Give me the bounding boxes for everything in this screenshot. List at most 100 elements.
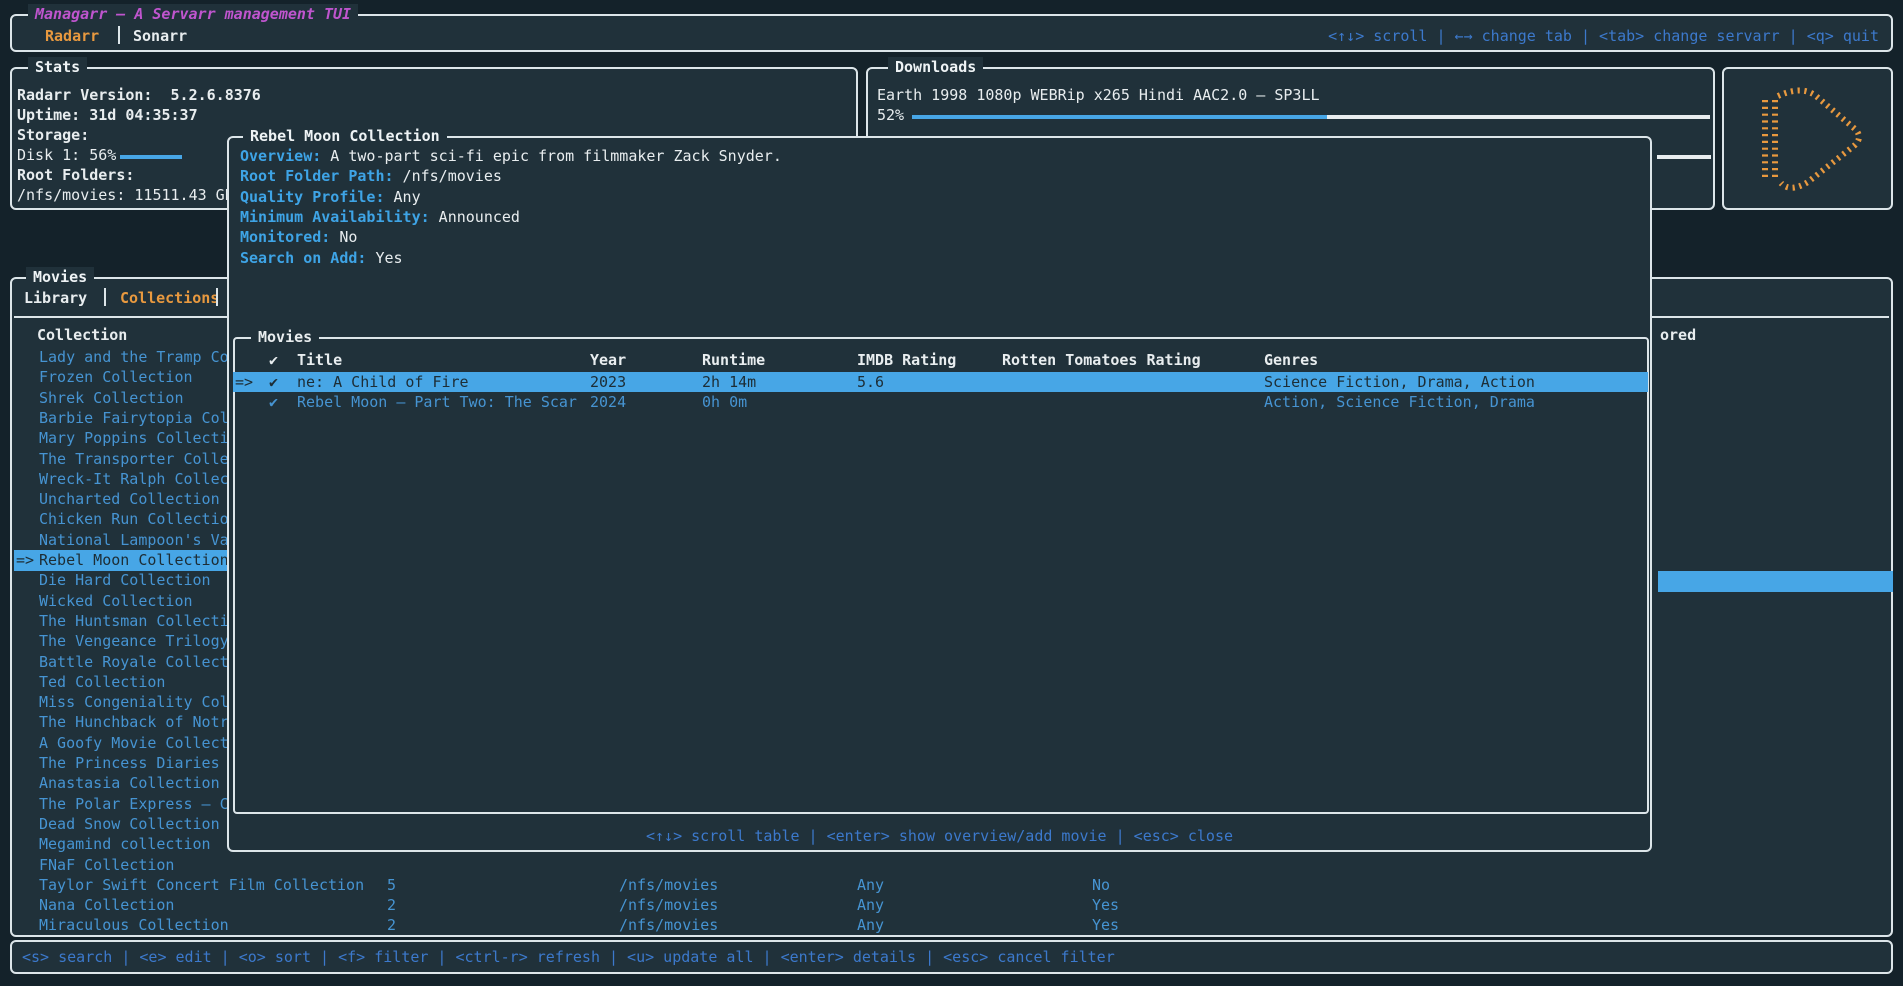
field-label: Root Folder Path: bbox=[240, 167, 394, 185]
collection-name: The Polar Express – C bbox=[39, 794, 229, 814]
root-folder-size: /nfs/movies: 11511.43 GB bbox=[17, 185, 234, 205]
selected-pointer: => bbox=[16, 550, 34, 570]
modal-movies-title: Movies bbox=[251, 327, 319, 347]
field-label: Quality Profile: bbox=[240, 188, 385, 206]
download-gauge bbox=[912, 115, 1710, 119]
movie-row[interactable]: ✔Rebel Moon – Part Two: The Scar20240h 0… bbox=[233, 392, 1648, 412]
movie-imdb-rating: 5.6 bbox=[857, 372, 884, 392]
modal-movies-body[interactable]: =>✔ne: A Child of Fire20232h 14m5.6Scien… bbox=[233, 372, 1649, 792]
collection-row[interactable]: Nana Collection 2/nfs/movies Any Yes bbox=[14, 895, 1891, 916]
collection-name: Anastasia Collection bbox=[39, 773, 220, 793]
logo-panel bbox=[1722, 67, 1893, 210]
tab-radarr[interactable]: Radarr bbox=[45, 26, 99, 46]
collection-cell: Any bbox=[857, 895, 884, 915]
header-year: Year bbox=[590, 350, 626, 370]
collection-row[interactable]: Miraculous Collection2/nfs/moviesAnyYes bbox=[14, 915, 1891, 936]
collection-cell: /nfs/movies bbox=[619, 875, 718, 895]
collection-column-header: Collection bbox=[37, 325, 127, 345]
movie-row[interactable]: =>✔ne: A Child of Fire20232h 14m5.6Scien… bbox=[233, 372, 1648, 392]
header-title: Title bbox=[297, 350, 342, 370]
collection-name: The Hunchback of Notr bbox=[39, 712, 229, 732]
movie-year: 2024 bbox=[590, 392, 626, 412]
field-label: Overview: bbox=[240, 147, 321, 165]
disk-usage-label: Disk 1: 56% bbox=[17, 145, 116, 165]
collection-cell: 2 bbox=[387, 915, 396, 935]
tab-sonarr[interactable]: Sonarr bbox=[133, 26, 187, 46]
collection-row[interactable]: =>Rebel Moon Collection bbox=[14, 550, 230, 571]
tab-collections[interactable]: Collections bbox=[120, 288, 219, 308]
collection-name: Ted Collection bbox=[39, 672, 165, 692]
collection-cell: Yes bbox=[1092, 895, 1119, 915]
collection-name: National Lampoon's Va bbox=[39, 530, 229, 550]
managarr-screen: Managarr – A Servarr management TUI Rada… bbox=[0, 0, 1903, 986]
collection-name: Barbie Fairytopia Col bbox=[39, 408, 229, 428]
collection-name: Taylor Swift Concert Film Collection bbox=[39, 875, 364, 895]
collection-name: Nana Collection bbox=[39, 895, 174, 915]
collection-name: Shrek Collection bbox=[39, 388, 184, 408]
header-imdb-rating: IMDB Rating bbox=[857, 350, 956, 370]
field-label: Minimum Availability: bbox=[240, 208, 430, 226]
collection-name: The Princess Diaries bbox=[39, 753, 220, 773]
collection-name: Rebel Moon Collection bbox=[39, 550, 229, 570]
collection-name: Miss Congeniality Col bbox=[39, 692, 229, 712]
movies-tab-divider-2 bbox=[216, 288, 218, 306]
collection-name: Megamind collection bbox=[39, 834, 211, 854]
modal-field: Root Folder Path: /nfs/movies bbox=[240, 166, 502, 186]
movie-runtime: 2h 14m bbox=[702, 372, 756, 392]
disk-gauge bbox=[120, 155, 230, 159]
bottom-keybind-bar: <s> search | <e> edit | <o> sort | <f> f… bbox=[10, 940, 1893, 974]
disk-gauge-fill bbox=[120, 155, 182, 159]
collection-name: Miraculous Collection bbox=[39, 915, 229, 935]
collection-name: Uncharted Collection bbox=[39, 489, 220, 509]
modal-field: Monitored: No bbox=[240, 227, 357, 247]
field-label: Monitored: bbox=[240, 228, 330, 246]
collection-name: Wreck-It Ralph Collec bbox=[39, 469, 229, 489]
collection-name: Dead Snow Collection bbox=[39, 814, 220, 834]
collection-cell: No bbox=[1092, 875, 1110, 895]
collection-cell: Yes bbox=[1092, 915, 1119, 935]
collection-name: Frozen Collection bbox=[39, 367, 193, 387]
collection-row[interactable]: FNaF Collection bbox=[14, 855, 1891, 876]
collection-cell: /nfs/movies bbox=[619, 895, 718, 915]
collection-name: The Transporter Colle bbox=[39, 449, 229, 469]
field-value: Announced bbox=[430, 208, 520, 226]
field-label: Search on Add: bbox=[240, 249, 366, 267]
radarr-version: Radarr Version: 5.2.6.8376 bbox=[17, 85, 261, 105]
movie-genres: Action, Science Fiction, Drama bbox=[1264, 392, 1535, 412]
collection-name: A Goofy Movie Collect bbox=[39, 733, 229, 753]
managarr-logo-icon bbox=[1742, 83, 1874, 195]
logo-play-outline bbox=[1778, 90, 1859, 187]
header-rotten-tomatoes-rating: Rotten Tomatoes Rating bbox=[1002, 350, 1201, 370]
storage-label: Storage: bbox=[17, 125, 89, 145]
top-help-text: <↑↓> scroll | ←→ change tab | <tab> chan… bbox=[1328, 26, 1879, 46]
header-check-icon: ✔ bbox=[269, 350, 278, 370]
modal-title: Rebel Moon Collection bbox=[243, 126, 447, 146]
collection-cell: 2 bbox=[387, 895, 396, 915]
collection-cell: Any bbox=[857, 915, 884, 935]
movie-year: 2023 bbox=[590, 372, 626, 392]
root-folders-label: Root Folders: bbox=[17, 165, 134, 185]
tab-library[interactable]: Library bbox=[24, 288, 87, 308]
downloads-title: Downloads bbox=[888, 57, 983, 77]
movie-title: ne: A Child of Fire bbox=[297, 372, 469, 392]
collection-name: The Huntsman Collecti bbox=[39, 611, 229, 631]
collection-name: Lady and the Tramp Co bbox=[39, 347, 229, 367]
download-item-name: Earth 1998 1080p WEBRip x265 Hindi AAC2.… bbox=[877, 85, 1320, 105]
collection-name: Chicken Run Collectio bbox=[39, 509, 229, 529]
collection-details-modal: Rebel Moon Collection Overview: A two-pa… bbox=[227, 136, 1652, 852]
collection-cell: 5 bbox=[387, 875, 396, 895]
field-value: /nfs/movies bbox=[394, 167, 502, 185]
collection-cell: Any bbox=[857, 875, 884, 895]
header-genres: Genres bbox=[1264, 350, 1318, 370]
collection-row[interactable]: Taylor Swift Concert Film Collection 5/nf… bbox=[14, 875, 1891, 896]
monitored-check-icon: ✔ bbox=[269, 372, 278, 392]
stats-title: Stats bbox=[28, 57, 87, 77]
monitored-check-icon: ✔ bbox=[269, 392, 278, 412]
download-gauge-fill bbox=[912, 115, 1327, 119]
collection-name: Wicked Collection bbox=[39, 591, 193, 611]
modal-help-text: <↑↓> scroll table | <enter> show overvie… bbox=[229, 826, 1650, 846]
collection-name: Die Hard Collection bbox=[39, 570, 211, 590]
modal-field: Quality Profile: Any bbox=[240, 187, 421, 207]
modal-field: Overview: A two-part sci-fi epic from fi… bbox=[240, 146, 782, 166]
monitored-column-header-fragment: ored bbox=[1660, 325, 1696, 345]
